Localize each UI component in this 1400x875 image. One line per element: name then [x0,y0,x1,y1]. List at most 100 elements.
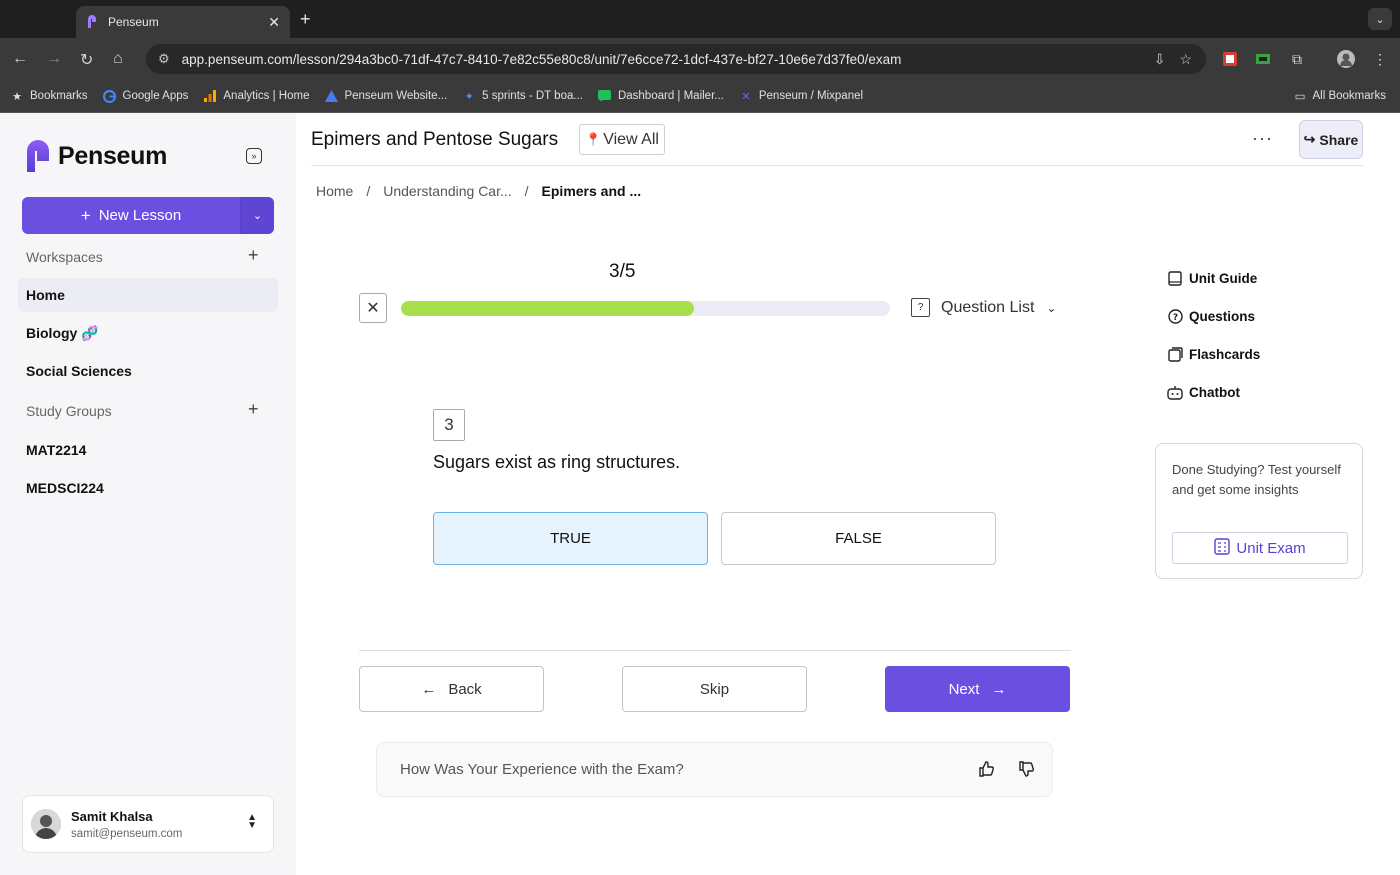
new-tab-icon[interactable]: + [300,9,311,30]
breadcrumb-separator: / [524,183,529,199]
breadcrumb-home[interactable]: Home [316,183,353,199]
share-arrow-icon: ↪ [1303,131,1316,147]
bookmark-item[interactable]: Analytics | Home [203,89,309,103]
progress-count: 3/5 [609,261,636,282]
jira-icon: ✦ [464,90,474,103]
nav-divider [359,650,1071,651]
unit-exam-button[interactable]: Unit Exam [1172,532,1348,564]
bookmark-item[interactable]: Google Apps [103,89,188,103]
view-all-button[interactable]: 📍 View All [579,124,665,155]
profile-avatar-icon[interactable] [1336,49,1356,69]
new-lesson-button[interactable]: + New Lesson ⌄ [22,197,274,234]
new-lesson-dropdown-chevron-icon[interactable]: ⌄ [240,197,274,234]
penseum-favicon-icon [86,15,100,29]
all-bookmarks[interactable]: ▭ All Bookmarks [1295,89,1386,103]
back-button[interactable]: ← Back [359,666,544,712]
bot-icon [1167,384,1183,400]
flashcards-icon [1167,346,1183,362]
install-app-icon[interactable]: ⇩ [1154,51,1166,68]
bookmark-item[interactable]: ✦ 5 sprints - DT boa... [462,89,583,103]
location-pin-icon: 📍 [585,131,602,147]
bookmark-star-icon[interactable]: ☆ [1179,51,1192,68]
logo-text: Penseum [58,141,168,170]
bookmark-item[interactable]: Dashboard | Mailer... [598,89,724,103]
questions-link[interactable]: ? Questions [1167,308,1255,324]
address-bar[interactable]: ⚙ app.penseum.com/lesson/294a3bc0-71df-4… [146,44,1206,74]
question-number: 3 [433,409,465,441]
share-button[interactable]: ↪ Share [1299,120,1363,159]
page-title: Epimers and Pentose Sugars [311,129,559,150]
sidebar-item-medsci224[interactable]: MEDSCI224 [18,471,278,505]
question-list-dropdown[interactable]: ? Question List ⌄ [911,298,1056,317]
penseum-logo[interactable]: Penseum [24,139,167,173]
back-arrow-icon[interactable]: ← [12,50,28,68]
sidebar-item-home[interactable]: Home [18,278,278,312]
folder-icon: ▭ [1294,91,1306,103]
user-name: Samit Khalsa [71,808,153,824]
tab-title: Penseum [108,15,159,29]
breadcrumb-lesson[interactable]: Understanding Car... [383,183,511,199]
mixpanel-icon: ✕ [741,90,751,103]
workspaces-heading: Workspaces [26,249,103,265]
thumbs-up-icon[interactable] [978,761,994,777]
breadcrumb: Home / Understanding Car... / Epimers an… [316,183,654,199]
analytics-icon [203,89,217,103]
user-profile-menu[interactable]: Samit Khalsa samit@penseum.com ▲ ▼ [22,795,274,853]
exit-exam-button[interactable]: ✕ [359,293,387,323]
study-groups-heading: Study Groups [26,403,112,419]
add-study-group-icon[interactable]: + [248,399,259,420]
mailer-icon [598,89,612,103]
extension-green-icon[interactable] [1253,49,1273,69]
chevron-down-icon: ⌄ [1046,300,1057,315]
star-icon: ★ [12,90,22,103]
bookmarks-bar: ★ Bookmarks Google Apps Analytics | Home … [0,80,1400,113]
sidebar-item-social-sciences[interactable]: Social Sciences [18,354,278,388]
unit-exam-card: Done Studying? Test yourself and get som… [1155,443,1363,579]
extension-red-icon[interactable] [1220,49,1240,69]
progress-bar-fill [401,301,695,316]
google-icon [103,89,117,103]
tab-search-icon[interactable]: ⌄ [1368,8,1392,30]
penseum-logo-icon [27,140,49,172]
plus-icon: + [80,205,91,225]
feedback-prompt: How Was Your Experience with the Exam? [400,761,684,778]
answer-true-option[interactable]: TRUE [433,512,708,565]
next-button[interactable]: Next → [885,666,1070,712]
bookmark-item[interactable]: ★ Bookmarks [10,89,87,103]
more-options-icon[interactable]: ··· [1252,128,1273,149]
browser-tab-bar: Penseum ✕ + ⌄ [0,0,1400,38]
sidebar-item-mat2214[interactable]: MAT2214 [18,433,278,467]
site-settings-icon[interactable]: ⚙ [158,51,170,67]
penseum-site-icon [324,89,338,103]
skip-button[interactable]: Skip [622,666,807,712]
chatbot-link[interactable]: Chatbot [1167,384,1240,400]
arrow-left-icon: ← [421,680,437,698]
sidebar-item-biology[interactable]: Biology 🧬 [18,316,278,350]
progress-bar [401,301,890,316]
browser-tab[interactable]: Penseum ✕ [76,6,290,38]
answer-false-option[interactable]: FALSE [721,512,996,565]
new-lesson-main[interactable]: + New Lesson [22,197,240,234]
header-divider [311,165,1363,166]
breadcrumb-current: Epimers and ... [541,183,642,199]
question-list-icon: ? [911,298,930,317]
close-tab-icon[interactable]: ✕ [268,14,280,31]
unit-guide-link[interactable]: Unit Guide [1167,270,1257,286]
reload-icon[interactable]: ↻ [80,50,93,70]
bookmark-item[interactable]: ✕ Penseum / Mixpanel [739,89,863,103]
thumbs-down-icon[interactable] [1018,761,1034,777]
expand-collapse-icon[interactable]: ▲ ▼ [247,813,257,831]
extensions-puzzle-icon[interactable]: ⧉ [1287,49,1307,69]
browser-menu-icon[interactable]: ⋮ [1370,49,1390,69]
bookmark-item[interactable]: Penseum Website... [324,89,447,103]
collapse-sidebar-icon[interactable]: » [246,148,262,164]
done-studying-text: Done Studying? Test yourself and get som… [1172,462,1341,497]
sidebar: Penseum » + New Lesson ⌄ Workspaces + Hom… [0,113,296,875]
avatar [31,809,61,839]
forward-arrow-icon[interactable]: → [46,50,62,68]
add-workspace-icon[interactable]: + [248,245,259,266]
flashcards-link[interactable]: Flashcards [1167,346,1260,362]
home-icon[interactable]: ⌂ [113,50,123,68]
user-email: samit@penseum.com [71,827,183,840]
book-icon [1167,270,1183,286]
